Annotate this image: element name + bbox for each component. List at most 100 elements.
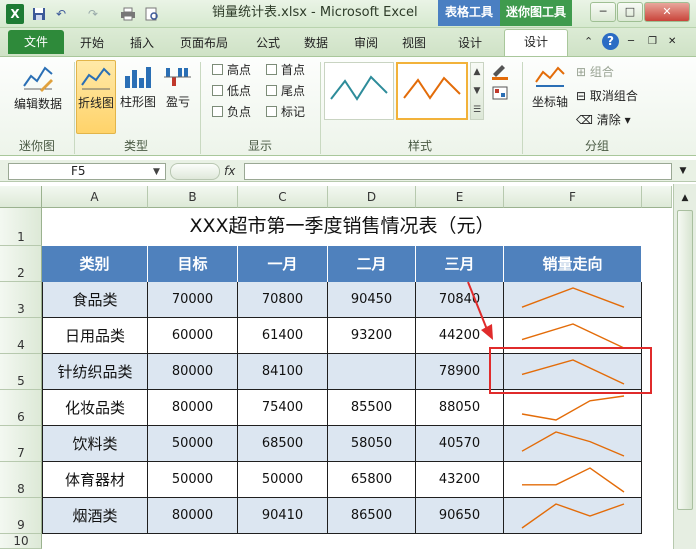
table-cell-category[interactable]: 针纺织品类 (42, 354, 148, 390)
table-cell-feb[interactable]: 93200 (328, 318, 416, 354)
ungroup-button[interactable]: ⊟ 取消组合 (576, 86, 638, 106)
table-cell-category[interactable]: 体育器材 (42, 462, 148, 498)
table-cell-jan[interactable]: 70800 (238, 282, 328, 318)
name-box-dropdown-icon[interactable]: ▼ (153, 165, 165, 179)
header-cell-target[interactable]: 目标 (148, 246, 238, 282)
tab-data[interactable]: 数据 (298, 31, 334, 56)
markers-checkbox[interactable]: 标记 (266, 102, 305, 122)
table-cell-mar[interactable]: 88050 (416, 390, 504, 426)
table-cell-feb[interactable]: 58050 (328, 426, 416, 462)
sparkline-color-button[interactable] (490, 62, 514, 82)
sparkline-cell[interactable] (504, 390, 642, 426)
column-header-e[interactable]: E (416, 186, 504, 208)
redo-icon[interactable]: ↷ (88, 4, 102, 24)
expand-formula-icon[interactable]: ▼ (674, 163, 692, 180)
table-cell-feb[interactable]: 65800 (328, 462, 416, 498)
header-cell-trend[interactable]: 销量走向 (504, 246, 642, 282)
sparkline-cell[interactable] (504, 282, 642, 318)
tab-file[interactable]: 文件 (8, 30, 64, 54)
low-point-checkbox[interactable]: 低点 (212, 81, 251, 101)
table-cell-category[interactable]: 烟酒类 (42, 498, 148, 534)
tab-page-layout[interactable]: 页面布局 (176, 31, 232, 56)
header-cell-category[interactable]: 类别 (42, 246, 148, 282)
tab-sparkline-design[interactable]: 设计 (504, 29, 568, 57)
table-cell-jan[interactable]: 90410 (238, 498, 328, 534)
header-cell-feb[interactable]: 二月 (328, 246, 416, 282)
table-cell-category[interactable]: 日用品类 (42, 318, 148, 354)
table-cell-feb[interactable] (328, 354, 416, 390)
style-gallery-scroll[interactable]: ▲ ▼ ☰ (470, 62, 484, 120)
first-point-checkbox[interactable]: 首点 (266, 60, 305, 80)
clear-button[interactable]: ⌫ 清除 ▾ (576, 110, 631, 130)
table-cell-target[interactable]: 70000 (148, 282, 238, 318)
tab-insert[interactable]: 插入 (124, 31, 160, 56)
style-swatch-orange-selected[interactable] (396, 62, 468, 120)
row-header-2[interactable]: 2 (0, 246, 42, 282)
tab-home[interactable]: 开始 (74, 31, 110, 56)
row-header-3[interactable]: 3 (0, 282, 42, 318)
column-header-a[interactable]: A (42, 186, 148, 208)
high-point-checkbox[interactable]: 高点 (212, 60, 251, 80)
row-header-6[interactable]: 6 (0, 390, 42, 426)
doc-close-icon[interactable]: ✕ (668, 36, 682, 48)
doc-minimize-icon[interactable]: ─ (628, 36, 642, 48)
scroll-up-icon[interactable]: ▲ (677, 190, 693, 206)
select-all-corner[interactable] (0, 186, 42, 208)
row-header-5[interactable]: 5 (0, 354, 42, 390)
close-button[interactable]: ✕ (644, 2, 690, 22)
table-cell-target[interactable]: 60000 (148, 318, 238, 354)
excel-app-icon[interactable]: X (6, 4, 24, 24)
row-header-8[interactable]: 8 (0, 462, 42, 498)
tab-review[interactable]: 审阅 (348, 31, 384, 56)
tab-table-design[interactable]: 设计 (448, 31, 492, 56)
table-cell-category[interactable]: 化妆品类 (42, 390, 148, 426)
row-header-4[interactable]: 4 (0, 318, 42, 354)
column-header-c[interactable]: C (238, 186, 328, 208)
table-cell-category[interactable]: 饮料类 (42, 426, 148, 462)
table-cell-jan[interactable]: 50000 (238, 462, 328, 498)
table-cell-target[interactable]: 80000 (148, 390, 238, 426)
axis-button[interactable]: 坐标轴 (528, 64, 572, 120)
table-cell-mar[interactable]: 40570 (416, 426, 504, 462)
line-type-button[interactable]: 折线图 (76, 60, 116, 134)
column-header-d[interactable]: D (328, 186, 416, 208)
header-cell-mar[interactable]: 三月 (416, 246, 504, 282)
table-cell-mar[interactable]: 90650 (416, 498, 504, 534)
save-icon[interactable] (32, 4, 48, 24)
restore-button[interactable]: □ (617, 2, 643, 22)
table-cell-mar[interactable]: 43200 (416, 462, 504, 498)
edit-data-button[interactable]: 编辑数据 (10, 62, 66, 118)
table-cell-feb[interactable]: 86500 (328, 498, 416, 534)
sparkline-cell[interactable] (504, 426, 642, 462)
row-header-9[interactable]: 9 (0, 498, 42, 534)
insert-function-icon[interactable]: fx (224, 163, 242, 180)
column-header-f[interactable]: F (504, 186, 642, 208)
last-point-checkbox[interactable]: 尾点 (266, 81, 305, 101)
table-cell-target[interactable]: 80000 (148, 354, 238, 390)
style-swatch-teal[interactable] (324, 62, 394, 120)
column-header-g[interactable] (642, 186, 672, 208)
vertical-scrollbar[interactable]: ▲ (673, 184, 696, 549)
undo-icon[interactable]: ↶ (56, 4, 70, 24)
table-cell-feb[interactable]: 85500 (328, 390, 416, 426)
table-cell-target[interactable]: 80000 (148, 498, 238, 534)
table-cell-category[interactable]: 食品类 (42, 282, 148, 318)
winloss-type-button[interactable]: 盈亏 (160, 64, 196, 120)
sparkline-cell[interactable] (504, 462, 642, 498)
column-header-b[interactable]: B (148, 186, 238, 208)
header-cell-jan[interactable]: 一月 (238, 246, 328, 282)
table-cell-target[interactable]: 50000 (148, 462, 238, 498)
row-header-7[interactable]: 7 (0, 426, 42, 462)
doc-restore-icon[interactable]: ❐ (648, 36, 662, 48)
table-cell-feb[interactable]: 90450 (328, 282, 416, 318)
tab-view[interactable]: 视图 (396, 31, 432, 56)
formula-input[interactable] (244, 163, 672, 180)
ribbon-collapse-icon[interactable]: ⌃ (584, 35, 598, 49)
table-cell-target[interactable]: 50000 (148, 426, 238, 462)
column-type-button[interactable]: 柱形图 (118, 64, 158, 120)
sheet-title-cell[interactable]: XXX超市第一季度销售情况表（元） (42, 208, 642, 244)
negative-point-checkbox[interactable]: 负点 (212, 102, 251, 122)
table-cell-jan[interactable]: 68500 (238, 426, 328, 462)
scroll-thumb[interactable] (677, 210, 693, 510)
sparkline-cell[interactable] (504, 498, 642, 534)
